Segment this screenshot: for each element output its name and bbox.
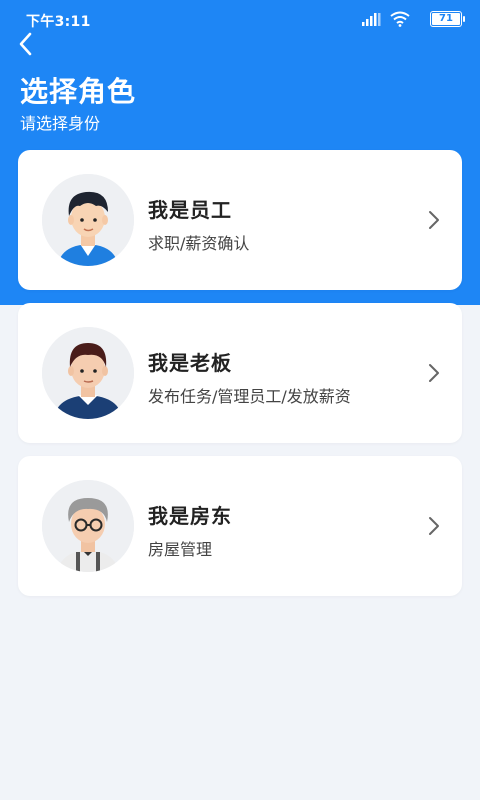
chevron-right-icon [429,517,439,535]
chevron-left-icon [19,32,32,56]
chevron-right-icon [429,364,439,382]
battery-level: 71 [439,13,453,24]
page-subtitle: 请选择身份 [20,114,101,133]
role-desc: 发布任务/管理员工/发放薪资 [148,387,351,406]
role-desc: 房屋管理 [148,540,213,559]
employee-avatar [42,174,134,266]
page-title: 选择角色 [20,75,137,108]
role-card-landlord[interactable]: 我是房东 房屋管理 [18,456,462,596]
role-name: 我是老板 [148,351,232,375]
wifi-icon [390,11,410,27]
role-card-employee[interactable]: 我是员工 求职/薪资确认 [18,150,462,290]
status-bar: 下午3:11 71 [0,0,480,36]
status-time: 下午3:11 [26,14,91,30]
role-name: 我是房东 [148,504,232,528]
signal-icon [362,13,381,26]
boss-avatar [42,327,134,419]
landlord-avatar [42,480,134,572]
role-card-boss[interactable]: 我是老板 发布任务/管理员工/发放薪资 [18,303,462,443]
back-button[interactable] [14,30,38,58]
battery-icon: 71 [430,11,465,27]
chevron-right-icon [429,211,439,229]
role-name: 我是员工 [148,198,232,222]
role-desc: 求职/薪资确认 [148,234,250,253]
